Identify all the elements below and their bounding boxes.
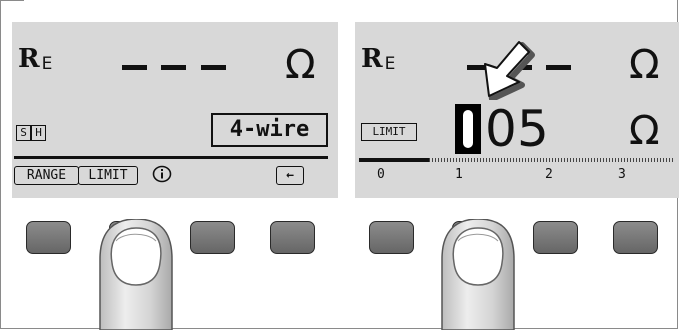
- limit-digit[interactable]: 5: [517, 104, 549, 154]
- softkey-back[interactable]: ←: [276, 166, 304, 185]
- digit-cursor[interactable]: 0: [455, 104, 481, 154]
- unit-ohm: Ω: [629, 42, 660, 88]
- status-flag-s: S: [16, 125, 31, 141]
- mode-indicator: 4-wire: [211, 113, 328, 147]
- hardware-key-5[interactable]: [369, 221, 414, 254]
- quantity-label: RE: [361, 44, 396, 74]
- quantity-label: RE: [18, 44, 53, 74]
- limit-badge: LIMIT: [361, 123, 417, 141]
- digit-cursor-value: [463, 110, 473, 148]
- finger-icon: [99, 219, 173, 330]
- softkey-limit[interactable]: LIMIT: [78, 166, 138, 185]
- reading-dash: [201, 65, 226, 70]
- unit-ohm: Ω: [285, 42, 316, 88]
- info-icon: [152, 165, 172, 183]
- scale-bar-empty: [429, 158, 673, 162]
- scale-label: 1: [455, 167, 463, 182]
- limit-digit[interactable]: 0: [485, 104, 517, 154]
- softkey-info[interactable]: i: [152, 165, 172, 183]
- hardware-key-8[interactable]: [613, 221, 658, 254]
- lcd-display-left: RE Ω S H 4-wire RANGE LIMIT i ←: [12, 22, 338, 198]
- scale-bar-filled: [359, 158, 429, 162]
- frame-top-line: [0, 0, 24, 1]
- hardware-key-4[interactable]: [270, 221, 315, 254]
- hardware-key-1[interactable]: [26, 221, 71, 254]
- finger-icon: [441, 219, 515, 330]
- scale-label: 3: [618, 167, 626, 182]
- softkey-range[interactable]: RANGE: [14, 166, 79, 185]
- reading-dash: [161, 65, 186, 70]
- status-flag-h: H: [31, 125, 46, 141]
- reading-dash: [122, 65, 147, 70]
- hardware-key-3[interactable]: [190, 221, 235, 254]
- unit-ohm-limit: Ω: [629, 108, 660, 154]
- divider-line: [14, 156, 328, 159]
- pointer-arrow-icon: [484, 41, 535, 100]
- back-arrow-icon: ←: [286, 168, 294, 183]
- lcd-display-right: RE Ω LIMIT 0 0 5 Ω 0 1 2 3: [355, 22, 679, 198]
- hardware-key-7[interactable]: [533, 221, 578, 254]
- scale-label: 2: [545, 167, 553, 182]
- scale-label: 0: [377, 167, 385, 182]
